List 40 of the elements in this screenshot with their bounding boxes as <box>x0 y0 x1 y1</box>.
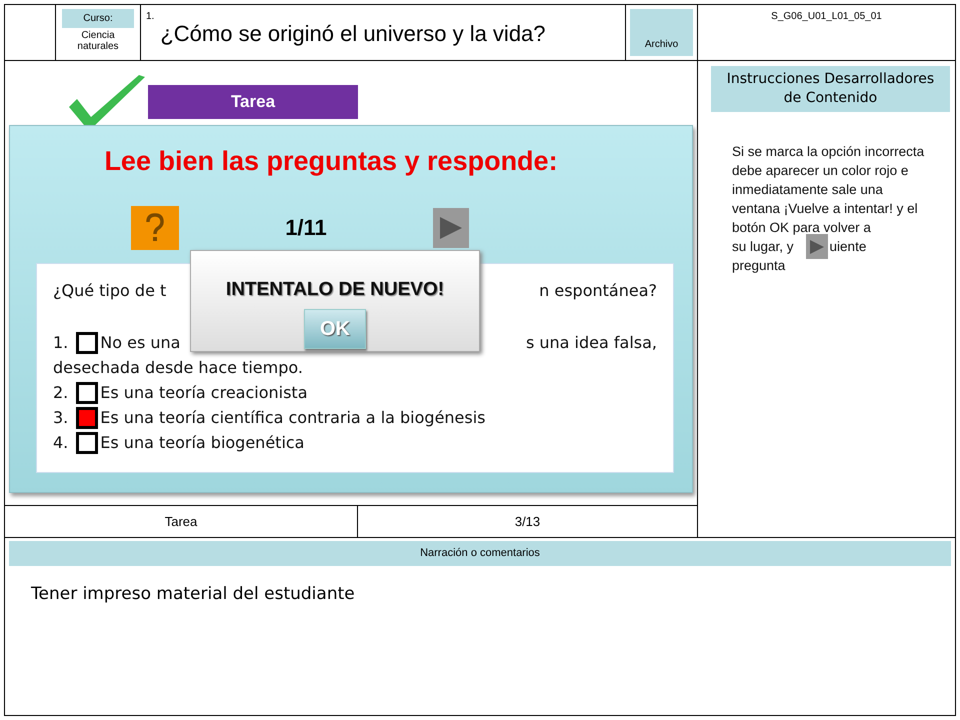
option-number: 4. <box>53 433 68 452</box>
play-icon <box>438 215 464 241</box>
checkbox[interactable] <box>76 406 98 428</box>
option-number: 1. <box>53 333 68 352</box>
instructions-text: uiente <box>830 238 866 256</box>
lesson-title: ¿Cómo se originó el universo y la vida? <box>160 21 546 47</box>
instructions-text: su lugar, y <box>732 238 794 256</box>
lesson-number: 1. <box>146 11 154 22</box>
section-banner: Tarea <box>148 85 358 119</box>
option-text: Es una teoría científica contraria a la biogénesis <box>100 408 486 427</box>
quiz-heading: Lee bien las preguntas y responde: <box>103 146 559 177</box>
question-counter: 1/11 <box>284 215 328 241</box>
dialog-message: INTENTALO DE NUEVO! <box>226 279 444 301</box>
file-label: Archivo <box>630 9 693 56</box>
page-count: 3/13 <box>514 513 542 531</box>
activity-type: Tarea <box>5 506 358 537</box>
next-button[interactable] <box>433 208 469 248</box>
ok-button[interactable]: OK <box>304 309 366 349</box>
option-text: No es una <box>100 333 180 352</box>
option-number: 2. <box>53 383 68 402</box>
narration-heading: Narración o comentarios <box>9 541 951 566</box>
option-text: desechada desde hace tiempo. <box>53 358 303 377</box>
help-button[interactable] <box>131 206 179 250</box>
instructions-text: pregunta <box>732 257 786 275</box>
slide-code: S_G06_U01_L01_05_01 <box>698 5 955 61</box>
option-number: 3. <box>53 408 68 427</box>
next-icon <box>806 234 828 259</box>
course-label: Curso: <box>62 9 134 28</box>
question-text: n espontánea? <box>539 281 657 300</box>
question-mark-icon <box>145 213 165 243</box>
option-text: Es una teoría biogenética <box>100 433 304 452</box>
checkbox[interactable] <box>76 382 98 404</box>
option-text: s una idea falsa, <box>526 333 657 352</box>
option-text: Es una teoría creacionista <box>100 383 308 402</box>
narration-text: Tener impreso material del estudiante <box>31 584 355 604</box>
checkbox[interactable] <box>76 432 98 454</box>
question-text: ¿Qué tipo de t <box>53 281 166 300</box>
checkbox[interactable] <box>76 332 98 354</box>
course-name: Ciencia naturales <box>76 30 120 52</box>
instructions-heading: Instrucciones Desarrolladores de Contenido <box>711 66 950 112</box>
